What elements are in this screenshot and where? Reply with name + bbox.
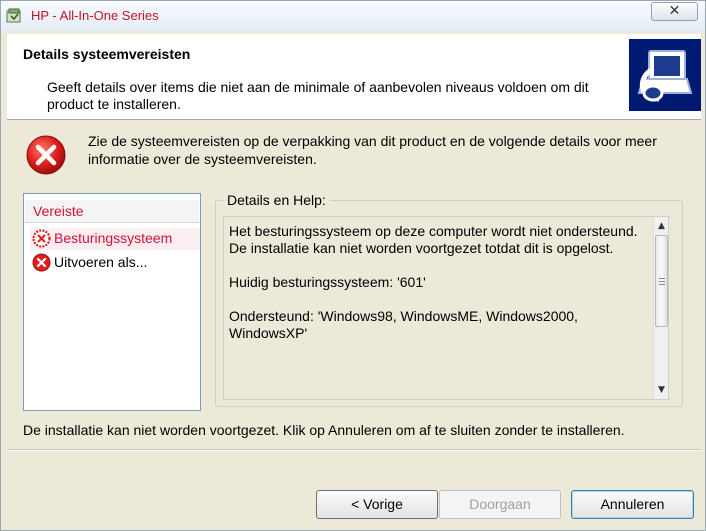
requirement-item-besturingssysteem[interactable]: Besturingssysteem xyxy=(30,228,200,250)
error-outline-icon xyxy=(32,229,51,248)
requirements-list-header: Vereiste xyxy=(25,200,199,223)
back-button[interactable]: < Vorige xyxy=(316,490,438,519)
close-icon: ✕ xyxy=(668,2,681,18)
requirement-item-label: Besturingssysteem xyxy=(54,230,173,246)
close-button[interactable]: ✕ xyxy=(651,2,698,21)
installer-app-icon xyxy=(6,8,21,23)
title-bar[interactable]: HP - All-In-One Series ✕ xyxy=(1,1,705,31)
scroll-up-arrow-icon[interactable]: ▲ xyxy=(654,218,668,234)
cancel-button[interactable]: Annuleren xyxy=(571,490,694,519)
window-title: HP - All-In-One Series xyxy=(31,8,159,23)
installer-window: HP - All-In-One Series ✕ Details systeem… xyxy=(0,0,706,531)
requirements-list[interactable]: Vereiste Besturingssysteem Uitvoeren als… xyxy=(23,193,201,411)
requirement-item-label: Uitvoeren als... xyxy=(54,254,148,270)
page-title: Details systeemvereisten xyxy=(23,46,191,62)
details-scrollbar[interactable]: ▲ ▼ xyxy=(653,217,668,399)
wizard-header: Details systeemvereisten Geeft details o… xyxy=(7,34,701,120)
details-paragraph: Ondersteund: 'Windows98, WindowsME, Wind… xyxy=(229,308,578,341)
scrollbar-thumb[interactable] xyxy=(655,235,668,327)
details-content: Het besturingssysteem op deze computer w… xyxy=(229,223,653,359)
next-button[interactable]: Doorgaan xyxy=(439,490,561,519)
error-icon xyxy=(32,253,51,272)
footer-divider xyxy=(7,449,701,451)
requirements-warning-text: Zie de systeemvereisten op de verpakking… xyxy=(88,133,657,167)
details-paragraph: Huidig besturingssysteem: '601' xyxy=(229,274,426,290)
details-text-area[interactable]: Het besturingssysteem op deze computer w… xyxy=(223,216,669,400)
scroll-down-arrow-icon[interactable]: ▼ xyxy=(654,382,668,398)
hp-installer-logo xyxy=(629,39,701,111)
page-subtitle: Geeft details over items die niet aan de… xyxy=(47,79,589,112)
details-paragraph: Het besturingssysteem op deze computer w… xyxy=(229,223,638,256)
error-icon xyxy=(26,135,66,175)
details-legend: Details en Help: xyxy=(223,192,330,208)
status-text: De installatie kan niet worden voortgeze… xyxy=(23,422,625,438)
requirements-header-label: Vereiste xyxy=(33,203,84,219)
